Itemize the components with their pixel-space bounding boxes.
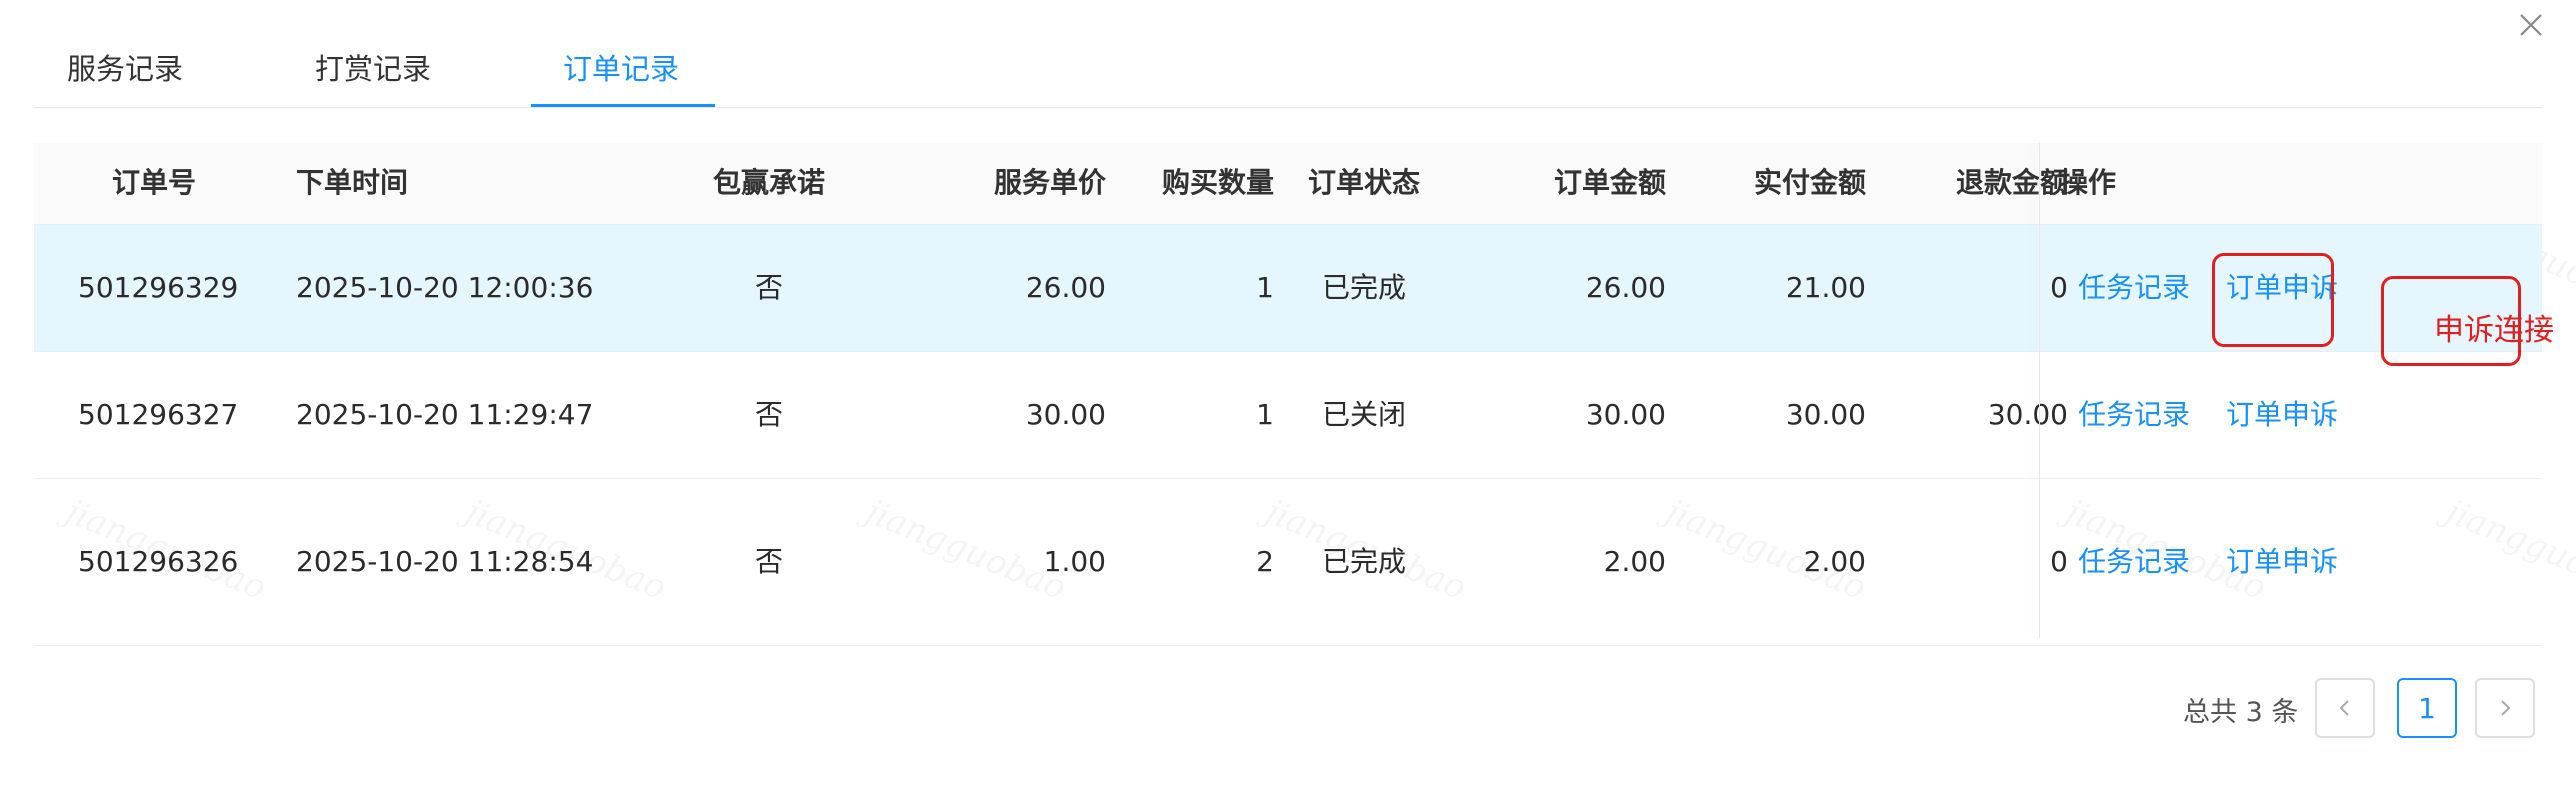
order-no: 501296326	[78, 545, 239, 578]
total-count: 总共 3 条	[2183, 697, 2299, 728]
table-row: 501296327 2025-10-20 11:29:47 否 30.00 1 …	[34, 352, 2542, 479]
order-time: 2025-10-20 11:29:47	[296, 398, 594, 431]
header-order-amount: 订单金额	[1553, 166, 1666, 199]
task-record-link[interactable]: 任务记录	[2078, 268, 2190, 308]
chevron-left-icon	[2339, 700, 2349, 716]
chevron-right-icon	[2501, 700, 2511, 716]
tab-tip-records[interactable]: 打赏记录	[315, 46, 431, 88]
prev-page-button[interactable]	[2315, 678, 2375, 738]
tab-order-records[interactable]: 订单记录	[563, 46, 679, 88]
close-icon[interactable]	[2516, 10, 2546, 40]
table-row: 501296329 2025-10-20 12:00:36 否 26.00 1 …	[34, 225, 2542, 352]
order-time: 2025-10-20 11:28:54	[296, 545, 594, 578]
next-page-button[interactable]	[2475, 678, 2535, 738]
header-guarantee: 包赢承诺	[712, 166, 825, 199]
task-record-link[interactable]: 任务记录	[2078, 542, 2190, 582]
tabs-divider	[34, 107, 2542, 108]
table-header: 订单号 下单时间 包赢承诺 服务单价 购买数量 订单状态 订单金额 实付金额 退…	[34, 143, 2542, 225]
annotation-label: 申诉连接	[2434, 313, 2554, 348]
guarantee: 否	[754, 398, 783, 431]
header-order-status: 订单状态	[1307, 166, 1420, 199]
order-time: 2025-10-20 12:00:36	[296, 271, 594, 304]
header-order-no: 订单号	[112, 166, 197, 199]
page-1-button[interactable]: 1	[2397, 678, 2457, 738]
table-row: 501296326 2025-10-20 11:28:54 否 1.00 2 已…	[34, 479, 2542, 646]
order-amount: 26.00	[1585, 271, 1666, 304]
quantity: 2	[1256, 545, 1274, 578]
paid-amount: 2.00	[1803, 545, 1866, 578]
order-table: 订单号 下单时间 包赢承诺 服务单价 购买数量 订单状态 订单金额 实付金额 退…	[34, 143, 2542, 646]
annotation-highlight-box	[2212, 253, 2334, 347]
order-no: 501296329	[78, 271, 239, 304]
guarantee: 否	[754, 271, 783, 304]
order-status: 已完成	[1321, 545, 1406, 578]
order-amount: 30.00	[1585, 398, 1666, 431]
quantity: 1	[1256, 398, 1274, 431]
order-no: 501296327	[78, 398, 239, 431]
order-status: 已完成	[1321, 271, 1406, 304]
order-amount: 2.00	[1603, 545, 1666, 578]
header-quantity: 购买数量	[1161, 166, 1274, 199]
header-paid-amount: 实付金额	[1753, 166, 1866, 199]
quantity: 1	[1256, 271, 1274, 304]
paid-amount: 21.00	[1785, 271, 1866, 304]
header-actions: 操作	[2060, 166, 2117, 199]
fixed-column-divider	[2039, 143, 2040, 638]
order-appeal-link[interactable]: 订单申诉	[2226, 395, 2338, 435]
tab-service-records[interactable]: 服务记录	[67, 46, 183, 88]
header-order-time: 下单时间	[296, 166, 409, 199]
guarantee: 否	[754, 545, 783, 578]
task-record-link[interactable]: 任务记录	[2078, 395, 2190, 435]
order-status: 已关闭	[1321, 398, 1406, 431]
paid-amount: 30.00	[1785, 398, 1866, 431]
order-appeal-link[interactable]: 订单申诉	[2226, 542, 2338, 582]
